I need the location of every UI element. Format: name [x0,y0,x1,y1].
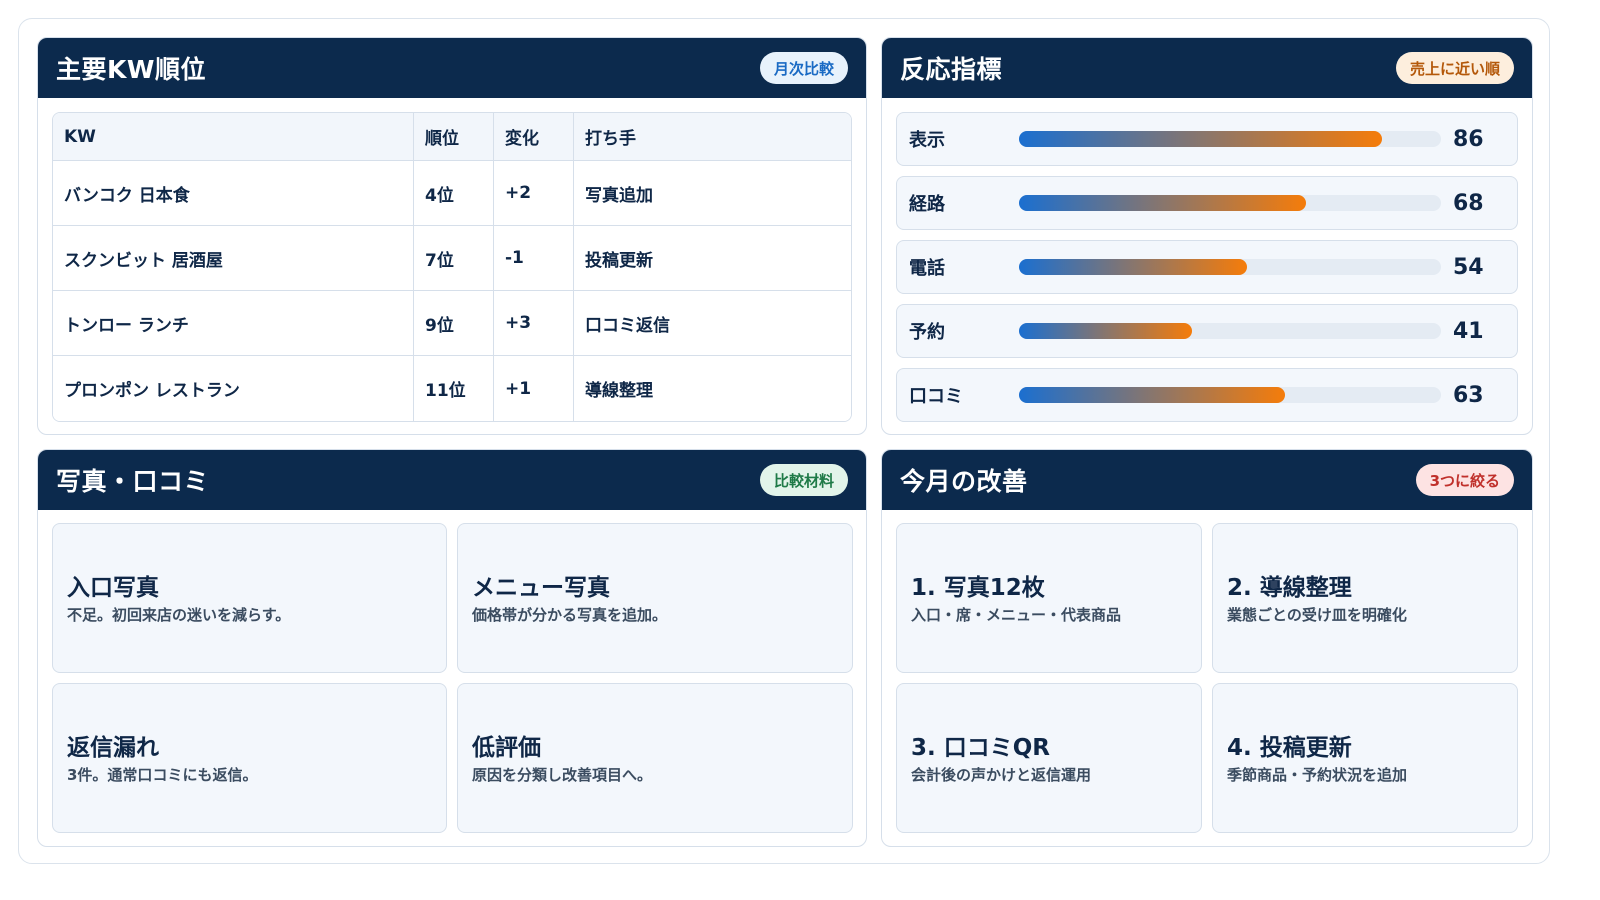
metric-label: 表示 [909,130,945,151]
action-cell: 導線整理 [585,381,653,401]
metric-bar-track [1019,131,1441,147]
metric-value: 41 [1453,318,1484,344]
kw-cell: スクンビット 居酒屋 [53,226,414,290]
month-panel-title: 今月の改善 [900,467,1028,496]
change-cell: +1 [494,356,574,421]
photo-panel-header: 写真・口コミ 比較材料 [38,450,866,510]
info-card: 入口写真 不足。初回来店の迷いを減らす。 [52,523,447,673]
metric-value: 63 [1453,382,1484,408]
rank-cell: 11位 [414,356,494,421]
month-panel-badge: 3つに絞る [1415,464,1514,496]
kw-table: KW 順位 変化 打ち手 バンコク 日本食 4位 +2 写真追加 スクンビット … [52,112,852,422]
monthly-improvements-panel: 今月の改善 3つに絞る 1. 写真12枚 入口・席・メニュー・代表商品 2. 導… [881,449,1533,847]
info-card: 低評価 原因を分類し改善項目へ。 [457,683,853,833]
card-description: 不足。初回来店の迷いを減らす。 [67,606,291,624]
metric-bar-fill [1019,195,1306,211]
metric-bar-track [1019,259,1441,275]
metric-label: 口コミ [909,386,963,407]
card-title: メニュー写真 [472,575,610,601]
card-title: 2. 導線整理 [1227,575,1352,601]
photo-panel-badge: 比較材料 [759,464,848,496]
table-row: プロンポン レストラン 11位 +1 導線整理 [53,356,851,421]
info-card: 返信漏れ 3件。通常口コミにも返信。 [52,683,447,833]
action-column-header: 打ち手 [585,129,636,149]
reaction-panel-badge: 売上に近い順 [1395,52,1514,84]
card-title: 3. 口コミQR [911,735,1051,761]
dashboard-frame: 主要KW順位 月次比較 KW 順位 変化 打ち手 バンコク 日本食 4位 +2 … [18,18,1550,864]
metric-bar-fill [1019,259,1247,275]
kw-panel-badge: 月次比較 [759,52,848,84]
info-card: メニュー写真 価格帯が分かる写真を追加。 [457,523,853,673]
improvement-card: 3. 口コミQR 会計後の声かけと返信運用 [896,683,1202,833]
action-cell: 投稿更新 [585,250,653,271]
metric-bar-fill [1019,131,1382,147]
metric-bar-fill [1019,387,1285,403]
table-row: スクンビット 居酒屋 7位 -1 投稿更新 [53,226,851,291]
metric-value: 86 [1453,126,1484,152]
table-row: トンロー ランチ 9位 +3 口コミ返信 [53,291,851,356]
change-cell: +3 [494,291,574,355]
card-title: 低評価 [472,735,541,761]
reaction-panel-header: 反応指標 売上に近い順 [882,38,1532,98]
improvement-card: 2. 導線整理 業態ごとの受け皿を明確化 [1212,523,1518,673]
kw-ranking-panel: 主要KW順位 月次比較 KW 順位 変化 打ち手 バンコク 日本食 4位 +2 … [37,37,867,435]
improvement-card: 4. 投稿更新 季節商品・予約状況を追加 [1212,683,1518,833]
card-description: 入口・席・メニュー・代表商品 [911,606,1122,624]
metric-label: 電話 [909,258,945,279]
card-description: 原因を分類し改善項目へ。 [472,766,653,784]
card-description: 3件。通常口コミにも返信。 [67,766,258,784]
rank-column-header: 順位 [414,113,494,160]
card-title: 入口写真 [67,575,159,601]
metric-row-reservations: 予約 41 [896,304,1518,358]
photo-panel-title: 写真・口コミ [56,467,210,496]
card-description: 業態ごとの受け皿を明確化 [1227,606,1407,624]
metric-value: 54 [1453,254,1484,280]
kw-panel-title: 主要KW順位 [56,55,206,84]
change-cell: -1 [494,226,574,290]
reaction-metrics-panel: 反応指標 売上に近い順 表示 86 経路 68 電話 54 予約 41 口コミ … [881,37,1533,435]
metric-row-reviews: 口コミ 63 [896,368,1518,422]
metric-bar-track [1019,195,1441,211]
kw-cell: バンコク 日本食 [53,161,414,225]
kw-cell: プロンポン レストラン [53,356,414,421]
metric-label: 経路 [909,194,945,215]
improvement-card: 1. 写真12枚 入口・席・メニュー・代表商品 [896,523,1202,673]
change-cell: +2 [494,161,574,225]
table-row: バンコク 日本食 4位 +2 写真追加 [53,161,851,226]
metric-row-calls: 電話 54 [896,240,1518,294]
kw-table-header-row: KW 順位 変化 打ち手 [53,113,851,161]
metric-row-impressions: 表示 86 [896,112,1518,166]
action-cell: 口コミ返信 [585,315,670,336]
rank-cell: 9位 [414,291,494,355]
metric-bar-track [1019,387,1441,403]
card-description: 季節商品・予約状況を追加 [1227,766,1408,784]
kw-column-header: KW [53,113,414,160]
metric-value: 68 [1453,190,1484,216]
metric-bar-fill [1019,323,1193,339]
kw-cell: トンロー ランチ [53,291,414,355]
metric-row-directions: 経路 68 [896,176,1518,230]
card-title: 1. 写真12枚 [911,575,1045,601]
metric-bar-track [1019,323,1441,339]
card-description: 会計後の声かけと返信運用 [911,766,1092,784]
rank-cell: 7位 [414,226,494,290]
metric-label: 予約 [909,322,945,343]
kw-panel-header: 主要KW順位 月次比較 [38,38,866,98]
action-cell: 写真追加 [585,185,653,206]
month-panel-header: 今月の改善 3つに絞る [882,450,1532,510]
reaction-panel-title: 反応指標 [900,55,1003,84]
card-title: 返信漏れ [67,735,159,761]
change-column-header: 変化 [494,113,574,160]
photo-reviews-panel: 写真・口コミ 比較材料 入口写真 不足。初回来店の迷いを減らす。 メニュー写真 … [37,449,867,847]
card-description: 価格帯が分かる写真を追加。 [472,606,668,624]
card-title: 4. 投稿更新 [1227,735,1352,761]
rank-cell: 4位 [414,161,494,225]
